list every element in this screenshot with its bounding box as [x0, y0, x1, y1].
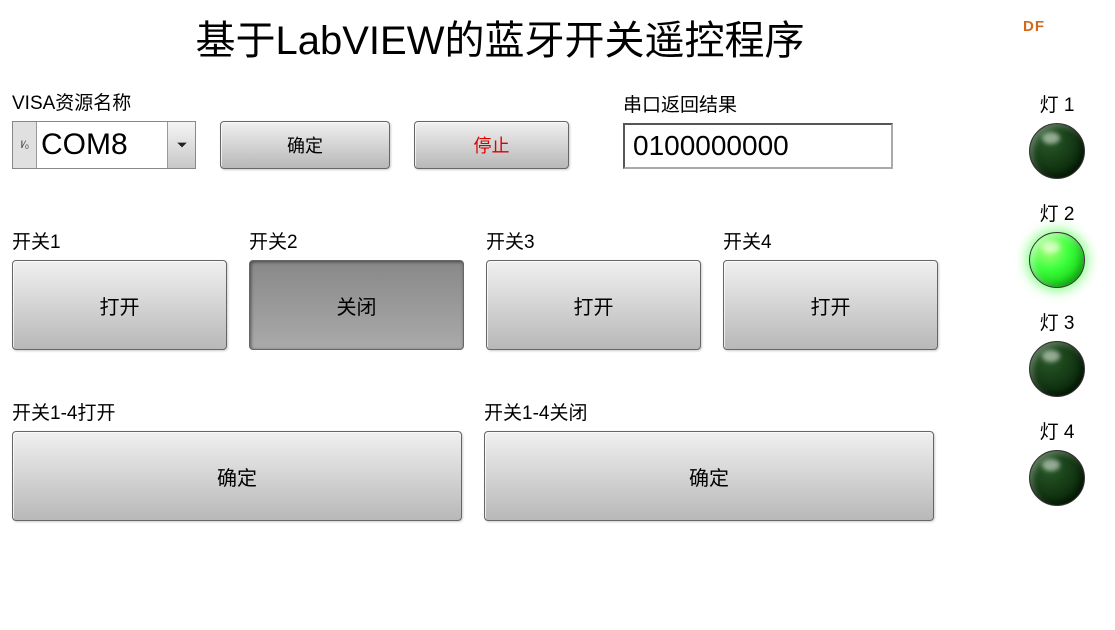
visa-resource-control[interactable]: I⁄₀ COM8 — [12, 121, 196, 169]
led3-label: 灯 3 — [1040, 308, 1075, 335]
visa-io-icon: I⁄₀ — [13, 122, 37, 168]
all-close-button[interactable]: 确定 — [484, 431, 934, 521]
switch4-label: 开关4 — [723, 227, 938, 254]
chevron-down-icon — [176, 139, 188, 151]
serial-result-label: 串口返回结果 — [623, 90, 893, 117]
stop-button[interactable]: 停止 — [414, 121, 569, 169]
all-open-button[interactable]: 确定 — [12, 431, 462, 521]
df-watermark: DF — [1023, 18, 1045, 35]
switch3-label: 开关3 — [486, 227, 701, 254]
all-close-label: 开关1-4关闭 — [484, 398, 934, 425]
led2-indicator — [1029, 232, 1085, 288]
serial-result-box: 0100000000 — [623, 123, 893, 169]
led4-indicator — [1029, 450, 1085, 506]
all-open-label: 开关1-4打开 — [12, 398, 462, 425]
led3-indicator — [1029, 341, 1085, 397]
confirm-button[interactable]: 确定 — [220, 121, 390, 169]
led1-indicator — [1029, 123, 1085, 179]
switch1-button[interactable]: 打开 — [12, 260, 227, 350]
led-indicator-column: 灯 1 灯 2 灯 3 灯 4 — [1029, 90, 1085, 506]
switch2-label: 开关2 — [249, 227, 464, 254]
switch3-button[interactable]: 打开 — [486, 260, 701, 350]
page-title: 基于LabVIEW的蓝牙开关遥控程序 — [0, 0, 1000, 78]
visa-dropdown-button[interactable] — [167, 122, 195, 168]
visa-resource-value[interactable]: COM8 — [37, 122, 167, 168]
led2-label: 灯 2 — [1040, 199, 1075, 226]
switch4-button[interactable]: 打开 — [723, 260, 938, 350]
visa-label: VISA资源名称 — [12, 88, 196, 115]
switch1-label: 开关1 — [12, 227, 227, 254]
led4-label: 灯 4 — [1040, 417, 1075, 444]
led1-label: 灯 1 — [1040, 90, 1075, 117]
switch2-button[interactable]: 关闭 — [249, 260, 464, 350]
